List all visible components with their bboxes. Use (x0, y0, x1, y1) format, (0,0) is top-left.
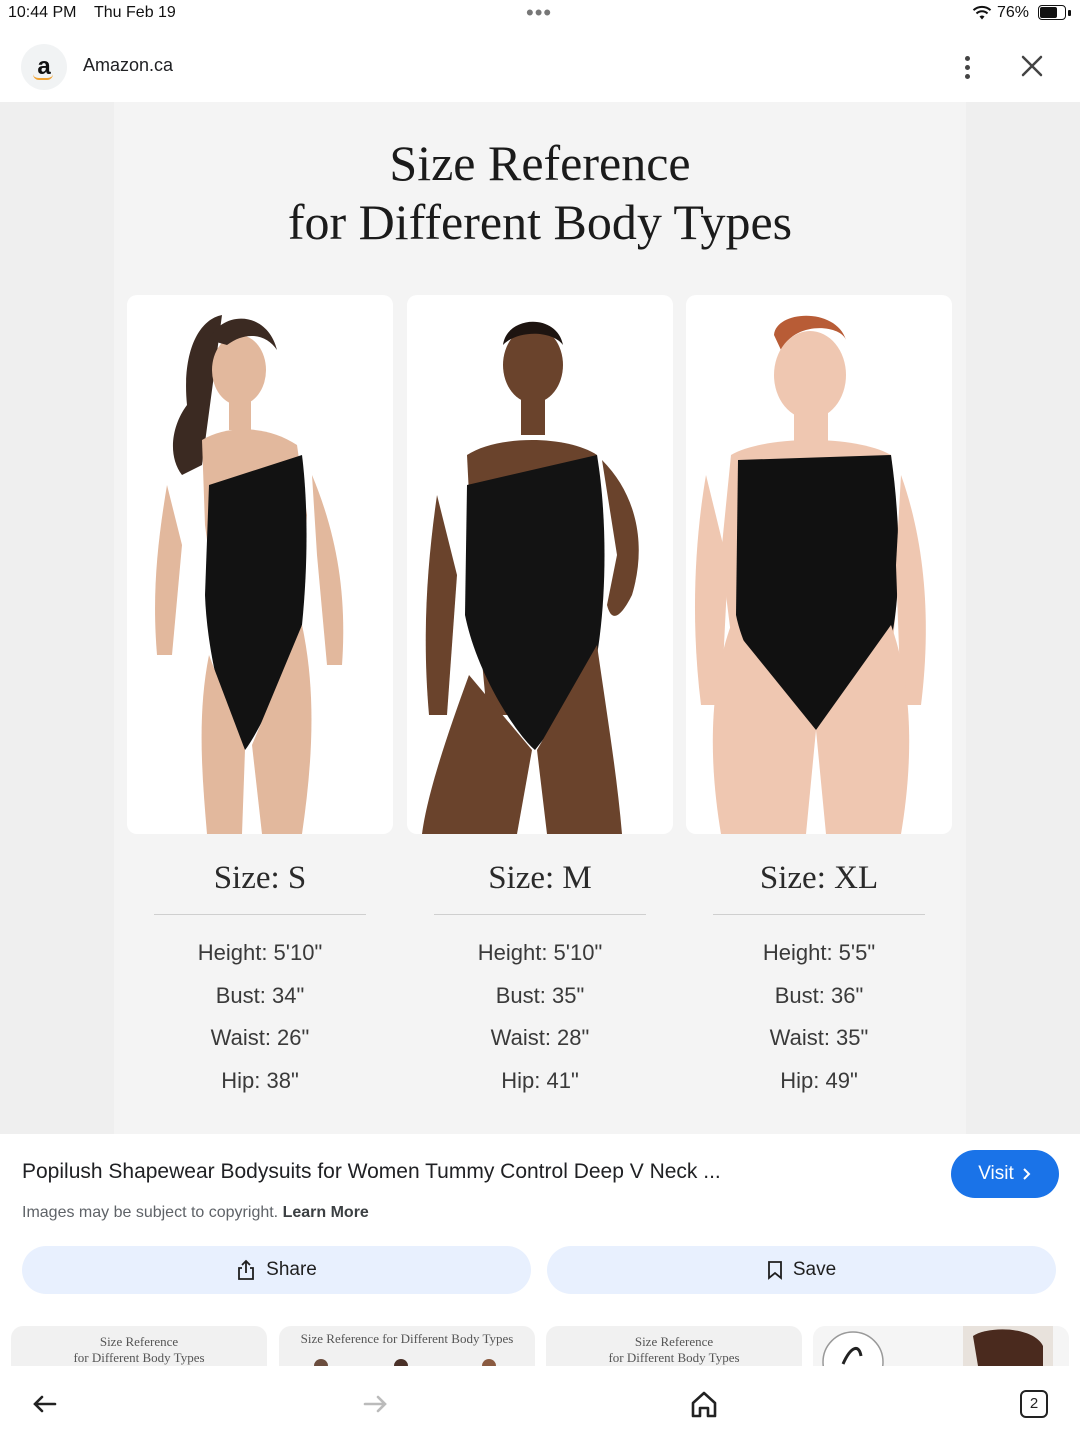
page-header: a Amazon.ca (0, 28, 1080, 102)
copyright-notice: Images may be subject to copyright. Lear… (22, 1204, 369, 1222)
visit-button[interactable]: Visit (951, 1150, 1059, 1198)
measurement-bust: Bust: 36" (774, 983, 864, 1008)
result-title[interactable]: Popilush Shapewear Bodysuits for Women T… (22, 1160, 922, 1184)
visit-label: Visit (978, 1163, 1014, 1184)
measurement-height: Height: 5'10" (197, 940, 323, 965)
measurement-bust: Bust: 35" (495, 983, 585, 1008)
battery-percent: 76% (997, 4, 1030, 21)
image-title-line2: for Different Body Types (287, 194, 793, 250)
model-photo-xl (686, 295, 952, 834)
status-bar: 10:44 PM Thu Feb 19 ••• 76% (0, 0, 1080, 28)
measurement-waist: Waist: 28" (490, 1025, 590, 1050)
amazon-logo-icon: a (21, 44, 67, 90)
model-photo-s (127, 295, 393, 834)
chevron-right-icon (1023, 1168, 1031, 1180)
image-viewer[interactable]: Size Reference for Different Body Types (0, 102, 1080, 1134)
product-image[interactable]: Size Reference for Different Body Types (114, 102, 966, 1134)
related-thumbnail[interactable]: Size Reference for Different Body Types (279, 1326, 535, 1366)
related-thumbnail[interactable]: Size Reference for Different Body Types (546, 1326, 802, 1366)
close-icon[interactable] (1016, 50, 1048, 82)
share-button[interactable]: Share (22, 1246, 531, 1294)
more-vert-icon[interactable] (952, 52, 982, 82)
copyright-text: Images may be subject to copyright. (22, 1204, 279, 1221)
status-time: 10:44 PM (8, 4, 77, 21)
forward-arrow-icon[interactable] (355, 1384, 395, 1424)
thumbnail-caption: for Different Body Types (608, 1350, 740, 1365)
status-date: Thu Feb 19 (94, 4, 176, 21)
related-thumbnail[interactable] (813, 1326, 1069, 1366)
size-label-xl: Size: XL (759, 860, 879, 896)
learn-more-link[interactable]: Learn More (283, 1204, 369, 1221)
thumbnail-caption: Size Reference for Different Body Types (300, 1331, 514, 1346)
save-button[interactable]: Save (547, 1246, 1056, 1294)
share-label: Share (266, 1259, 317, 1280)
divider (713, 914, 925, 915)
thumbnail-caption: for Different Body Types (73, 1350, 205, 1365)
thumbnail-caption: Size Reference (634, 1334, 714, 1349)
site-name[interactable]: Amazon.ca (83, 55, 173, 76)
divider (154, 914, 366, 915)
measurement-height: Height: 5'5" (762, 940, 876, 965)
share-icon (238, 1259, 255, 1280)
save-label: Save (792, 1259, 837, 1280)
home-icon[interactable] (684, 1384, 724, 1424)
divider (434, 914, 646, 915)
thumbnail-caption: Size Reference (99, 1334, 179, 1349)
related-thumbnail[interactable]: Size Reference for Different Body Types (11, 1326, 267, 1366)
measurement-bust: Bust: 34" (215, 983, 305, 1008)
size-label-s: Size: S (213, 860, 307, 896)
measurement-hip: Hip: 49" (780, 1068, 858, 1093)
bottom-navigation: 2 (0, 1366, 1080, 1440)
measurement-waist: Waist: 35" (769, 1025, 869, 1050)
battery-icon (1038, 5, 1066, 20)
model-photo-m (407, 295, 673, 834)
measurement-waist: Waist: 26" (210, 1025, 310, 1050)
multitasking-dots-icon[interactable]: ••• (526, 0, 552, 26)
bookmark-icon (767, 1261, 782, 1280)
wifi-icon (972, 5, 992, 20)
tabs-icon[interactable]: 2 (1020, 1390, 1048, 1418)
measurement-hip: Hip: 38" (221, 1068, 299, 1093)
back-arrow-icon[interactable] (25, 1384, 65, 1424)
image-title-line1: Size Reference (389, 135, 691, 191)
measurement-hip: Hip: 41" (501, 1068, 579, 1093)
size-label-m: Size: M (488, 860, 592, 896)
measurement-height: Height: 5'10" (477, 940, 603, 965)
